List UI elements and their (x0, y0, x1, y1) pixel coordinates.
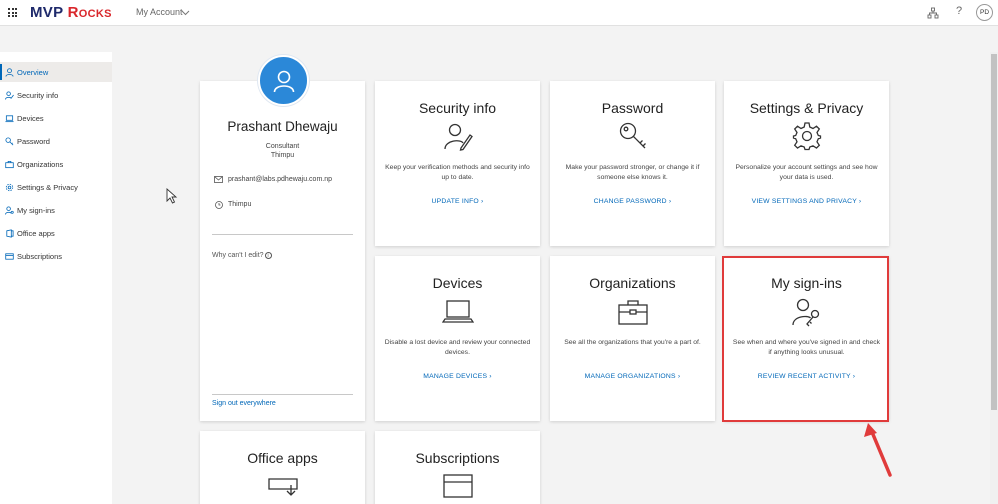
briefcase-icon (4, 159, 14, 169)
manage-organizations-link[interactable]: MANAGE ORGANIZATIONS › (550, 373, 715, 380)
laptop-icon (375, 298, 540, 326)
sidebar-item-security-info[interactable]: Security info (0, 85, 112, 105)
key-icon (4, 136, 14, 146)
tile-settings-privacy[interactable]: Settings & Privacy Personalize your acco… (724, 81, 889, 246)
person-icon (273, 70, 294, 92)
tile-title: Devices (432, 275, 483, 291)
why-cant-edit-link[interactable]: Why can't I edit? i (212, 252, 272, 259)
scrollbar-thumb[interactable] (991, 54, 997, 410)
profile-email-row: prashant@labs.pdhewaju.com.np (214, 175, 332, 184)
profile-location: Thimpu (228, 201, 252, 208)
gear-icon (724, 121, 889, 151)
tile-description: Personalize your account settings and se… (735, 164, 878, 181)
highlight-box (722, 256, 889, 422)
profile-email: prashant@labs.pdhewaju.com.np (228, 176, 333, 183)
sidebar-item-devices[interactable]: Devices (0, 108, 112, 128)
sidebar-item-label: Overview (17, 67, 49, 77)
security-person-icon (375, 121, 540, 151)
tile-title: Organizations (589, 275, 676, 291)
gear-icon (4, 182, 14, 192)
sidebar-item-label: My sign-ins (17, 205, 55, 215)
tile-subscriptions[interactable]: Subscriptions (375, 431, 540, 504)
app-title[interactable]: My Account (136, 7, 183, 17)
card-icon (375, 473, 540, 499)
sidebar-item-label: Settings & Privacy (17, 182, 78, 192)
view-settings-privacy-link[interactable]: VIEW SETTINGS AND PRIVACY › (724, 198, 889, 205)
briefcase-icon (550, 298, 715, 326)
profile-avatar (258, 55, 309, 106)
sidebar-item-settings-privacy[interactable]: Settings & Privacy (0, 177, 112, 197)
mail-icon (214, 175, 223, 184)
tile-description: Disable a lost device and review your co… (384, 339, 531, 356)
tile-description: See all the organizations that you're a … (564, 339, 701, 346)
tile-organizations[interactable]: Organizations See all the organizations … (550, 256, 715, 421)
tile-devices[interactable]: Devices Disable a lost device and review… (375, 256, 540, 421)
annotation-arrow-icon (864, 423, 892, 477)
profile-office-location: Thimpu (270, 152, 295, 159)
tile-description: Make your password stronger, or change i… (565, 164, 700, 181)
profile-role: Consultant (265, 143, 300, 150)
clock-icon (214, 200, 223, 209)
sidebar-item-label: Subscriptions (17, 251, 63, 261)
org-chart-icon[interactable] (927, 6, 939, 19)
sidebar-item-password[interactable]: Password (0, 131, 112, 151)
profile-location-row: Thimpu (214, 200, 251, 209)
laptop-icon (4, 113, 14, 123)
install-apps-icon (200, 477, 365, 497)
brand-logo[interactable]: MVP Rocks (30, 4, 112, 21)
tile-title: Security info (418, 100, 497, 116)
card-icon (4, 251, 14, 261)
tile-office-apps[interactable]: Office apps (200, 431, 365, 504)
sidebar-item-label: Organizations (17, 159, 64, 169)
divider (212, 394, 353, 395)
tile-description: Keep your verification methods and secur… (385, 164, 530, 181)
app-launcher-icon[interactable] (8, 8, 17, 17)
sidebar-item-subscriptions[interactable]: Subscriptions (0, 246, 112, 266)
manage-devices-link[interactable]: MANAGE DEVICES › (375, 373, 540, 380)
sidebar-item-label: Security info (17, 90, 59, 100)
user-avatar[interactable]: PD (976, 4, 993, 21)
tile-security-info[interactable]: Security info Keep your verification met… (375, 81, 540, 246)
sidebar-item-my-sign-ins[interactable]: My sign-ins (0, 200, 112, 220)
mouse-cursor-icon (166, 188, 178, 204)
key-icon (550, 121, 715, 151)
person-icon (4, 67, 14, 77)
tile-title: Office apps (247, 450, 318, 466)
sign-out-everywhere-link[interactable]: Sign out everywhere (212, 400, 276, 407)
tile-title: Subscriptions (415, 450, 500, 466)
sidebar-item-overview[interactable]: Overview (0, 62, 112, 82)
divider (212, 234, 353, 235)
office-icon (4, 228, 14, 238)
signin-person-icon (4, 205, 14, 215)
top-bar: MVP Rocks My Account ? PD (0, 0, 998, 26)
profile-name: Prashant Dhewaju (227, 119, 338, 134)
tile-password[interactable]: Password Make your password stronger, or… (550, 81, 715, 246)
sidebar-item-organizations[interactable]: Organizations (0, 154, 112, 174)
info-icon: i (264, 252, 272, 259)
sidebar-item-office-apps[interactable]: Office apps (0, 223, 112, 243)
tile-title: Settings & Privacy (749, 100, 864, 116)
help-icon[interactable]: ? (956, 5, 962, 17)
sidebar: Overview Security info Devices Password … (0, 52, 112, 504)
update-info-link[interactable]: UPDATE INFO › (375, 198, 540, 205)
security-person-icon (4, 90, 14, 100)
tile-title: Password (601, 100, 664, 116)
sidebar-item-label: Password (17, 136, 50, 146)
change-password-link[interactable]: CHANGE PASSWORD › (550, 198, 715, 205)
sidebar-item-label: Office apps (17, 228, 55, 238)
sidebar-item-label: Devices (17, 113, 44, 123)
chevron-down-icon[interactable] (181, 8, 190, 18)
